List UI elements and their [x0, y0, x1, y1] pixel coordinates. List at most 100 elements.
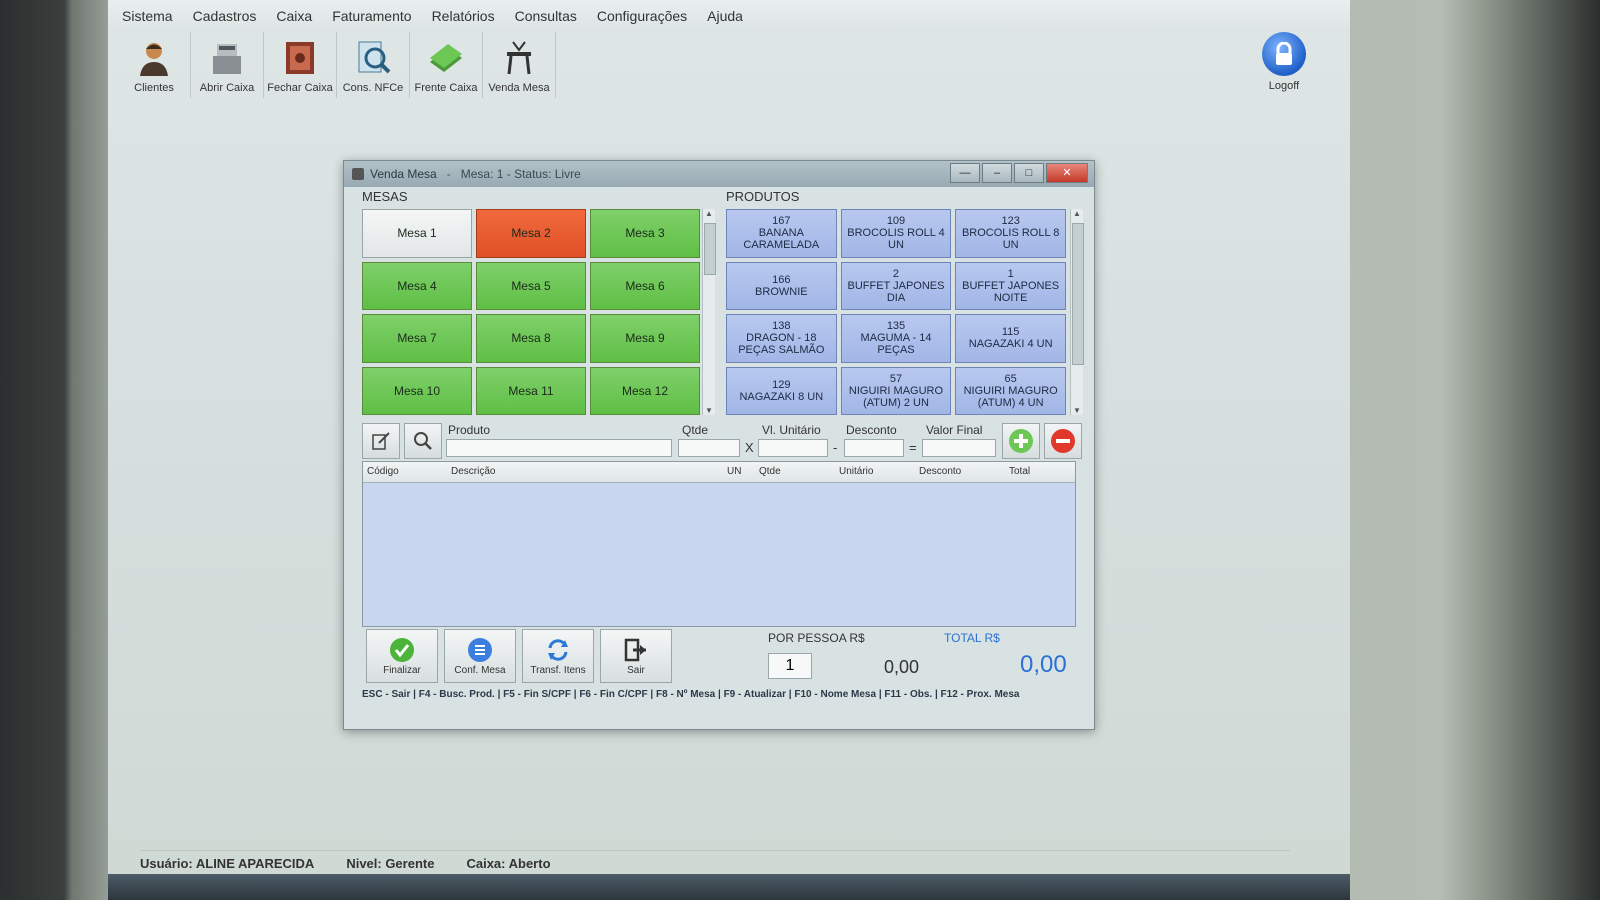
scroll-up-icon[interactable]: ▲: [703, 209, 715, 218]
mesa-2-button[interactable]: Mesa 2: [476, 209, 586, 258]
exit-icon: [624, 638, 646, 661]
mesa-3-button[interactable]: Mesa 3: [590, 209, 700, 258]
list-icon: [468, 637, 492, 662]
mesa-10-button[interactable]: Mesa 10: [362, 366, 472, 415]
total-value: 0,00: [1020, 651, 1067, 678]
scroll-down-icon[interactable]: ▼: [703, 406, 715, 415]
cons-nfce-button[interactable]: Cons. NFCe: [337, 32, 410, 98]
fechar-caixa-button[interactable]: Fechar Caixa: [264, 32, 337, 98]
venda-mesa-button[interactable]: Venda Mesa: [483, 32, 556, 98]
produto-code: 1: [1007, 267, 1014, 280]
produto-code: 135: [886, 320, 906, 333]
mesa-12-button[interactable]: Mesa 12: [590, 366, 700, 415]
produto-input[interactable]: [446, 439, 672, 457]
menu-faturamento[interactable]: Faturamento: [332, 8, 411, 24]
abrir-caixa-button[interactable]: Abrir Caixa: [191, 32, 264, 98]
window-status: Mesa: 1 - Status: Livre: [460, 167, 581, 181]
mesa-1-button[interactable]: Mesa 1: [362, 209, 472, 258]
produto-button[interactable]: 138 DRAGON - 18 PEÇAS SALMÃO: [726, 314, 837, 363]
sair-button[interactable]: Sair: [600, 629, 672, 683]
items-table[interactable]: Código Descrição UN Qtde Unitário Descon…: [362, 461, 1076, 627]
valor-final-input[interactable]: [922, 439, 996, 457]
window-app-icon: [352, 168, 364, 180]
transf-itens-button[interactable]: Transf. Itens: [522, 629, 594, 683]
edit-icon: [372, 432, 390, 450]
mesa-11-button[interactable]: Mesa 11: [476, 366, 586, 415]
window-titlebar: Venda Mesa - Mesa: 1 - Status: Livre — –…: [344, 161, 1094, 187]
cons-nfce-label: Cons. NFCe: [342, 82, 404, 94]
col-desconto[interactable]: Desconto: [915, 462, 1005, 482]
add-item-button[interactable]: [1002, 423, 1040, 459]
produto-button[interactable]: 167 BANANA CARAMELADA: [726, 209, 837, 258]
produto-name: BROCOLIS ROLL 8 UN: [961, 227, 1060, 252]
pessoas-stepper[interactable]: 1: [768, 653, 812, 679]
produto-button[interactable]: 109 BROCOLIS ROLL 4 UN: [840, 209, 952, 258]
produto-button[interactable]: 115 NAGAZAKI 4 UN: [955, 314, 1066, 363]
col-total[interactable]: Total: [1005, 462, 1075, 482]
menu-consultas[interactable]: Consultas: [515, 8, 577, 24]
caixa-status: Caixa: Aberto: [466, 855, 551, 871]
check-icon: [390, 637, 414, 662]
menu-cadastros[interactable]: Cadastros: [193, 8, 257, 24]
remove-item-button[interactable]: [1044, 423, 1082, 459]
search-button[interactable]: [404, 423, 442, 459]
minus-icon: [1051, 429, 1075, 453]
desconto-input[interactable]: [844, 439, 904, 457]
frente-caixa-button[interactable]: Frente Caixa: [410, 32, 483, 98]
mesa-4-button[interactable]: Mesa 4: [362, 261, 472, 310]
produto-button[interactable]: 1 BUFFET JAPONES NOITE: [955, 261, 1066, 310]
col-un[interactable]: UN: [723, 462, 755, 482]
col-unitario[interactable]: Unitário: [835, 462, 915, 482]
produto-button[interactable]: 135 MAGUMA - 14 PEÇAS: [840, 314, 952, 363]
produto-button[interactable]: 129 NAGAZAKI 8 UN: [726, 366, 837, 415]
produtos-scroll-thumb[interactable]: [1072, 223, 1084, 365]
produto-code: 115: [1001, 326, 1020, 339]
mesa-8-button[interactable]: Mesa 8: [476, 314, 586, 363]
scroll-up-icon[interactable]: ▲: [1071, 209, 1083, 218]
mesa-7-button[interactable]: Mesa 7: [362, 314, 472, 363]
mesas-scrollbar[interactable]: ▲ ▼: [702, 209, 716, 415]
col-codigo[interactable]: Código: [363, 462, 447, 482]
produto-button[interactable]: 2 BUFFET JAPONES DIA: [840, 261, 952, 310]
produto-button[interactable]: 123 BROCOLIS ROLL 8 UN: [955, 209, 1066, 258]
menu-relatorios[interactable]: Relatórios: [432, 8, 495, 24]
maximize-button[interactable]: □: [1014, 163, 1044, 183]
produto-button[interactable]: 57 NIGUIRI MAGURO (ATUM) 2 UN: [840, 366, 952, 415]
produto-name: BROCOLIS ROLL 4 UN: [847, 227, 945, 252]
produtos-grid: 167 BANANA CARAMELADA 109 BROCOLIS ROLL 4 …: [726, 209, 1066, 415]
edit-button[interactable]: [362, 423, 400, 459]
logoff-button[interactable]: Logoff: [1254, 32, 1314, 96]
col-qtde[interactable]: Qtde: [755, 462, 835, 482]
close-button[interactable]: ✕: [1046, 163, 1088, 183]
mesa-9-button[interactable]: Mesa 9: [590, 314, 700, 363]
desconto-field-label: Desconto: [846, 423, 897, 437]
mesa-5-button[interactable]: Mesa 5: [476, 261, 586, 310]
produto-button[interactable]: 166 BROWNIE: [726, 261, 837, 310]
menu-caixa[interactable]: Caixa: [276, 8, 312, 24]
produto-name: NIGUIRI MAGURO (ATUM) 4 UN: [963, 384, 1058, 409]
produto-name: BROWNIE: [755, 285, 808, 298]
vl-unitario-input[interactable]: [758, 439, 828, 457]
conf-mesa-button[interactable]: Conf. Mesa: [444, 629, 516, 683]
produto-code: 57: [889, 372, 903, 385]
finalizar-button[interactable]: Finalizar: [366, 629, 438, 683]
money-icon: [430, 44, 462, 72]
extra-window-button[interactable]: —: [950, 163, 980, 183]
menu-sistema[interactable]: Sistema: [122, 8, 173, 24]
taskbar[interactable]: [108, 874, 1350, 900]
mesa-6-button[interactable]: Mesa 6: [590, 261, 700, 310]
search-icon: [414, 432, 432, 450]
produtos-scrollbar[interactable]: ▲ ▼: [1070, 209, 1084, 415]
col-descricao[interactable]: Descrição: [447, 462, 723, 482]
menu-ajuda[interactable]: Ajuda: [707, 8, 743, 24]
produto-name: MAGUMA - 14 PEÇAS: [860, 332, 932, 357]
minimize-button[interactable]: –: [982, 163, 1012, 183]
menu-configuracoes[interactable]: Configurações: [597, 8, 687, 24]
qtde-input[interactable]: [678, 439, 740, 457]
title-separator: -: [446, 167, 451, 181]
mesas-scroll-thumb[interactable]: [704, 223, 716, 275]
scroll-down-icon[interactable]: ▼: [1071, 406, 1083, 415]
clientes-button[interactable]: Clientes: [118, 32, 191, 98]
produto-button[interactable]: 65 NIGUIRI MAGURO (ATUM) 4 UN: [955, 366, 1066, 415]
produto-code: 65: [1004, 372, 1017, 385]
